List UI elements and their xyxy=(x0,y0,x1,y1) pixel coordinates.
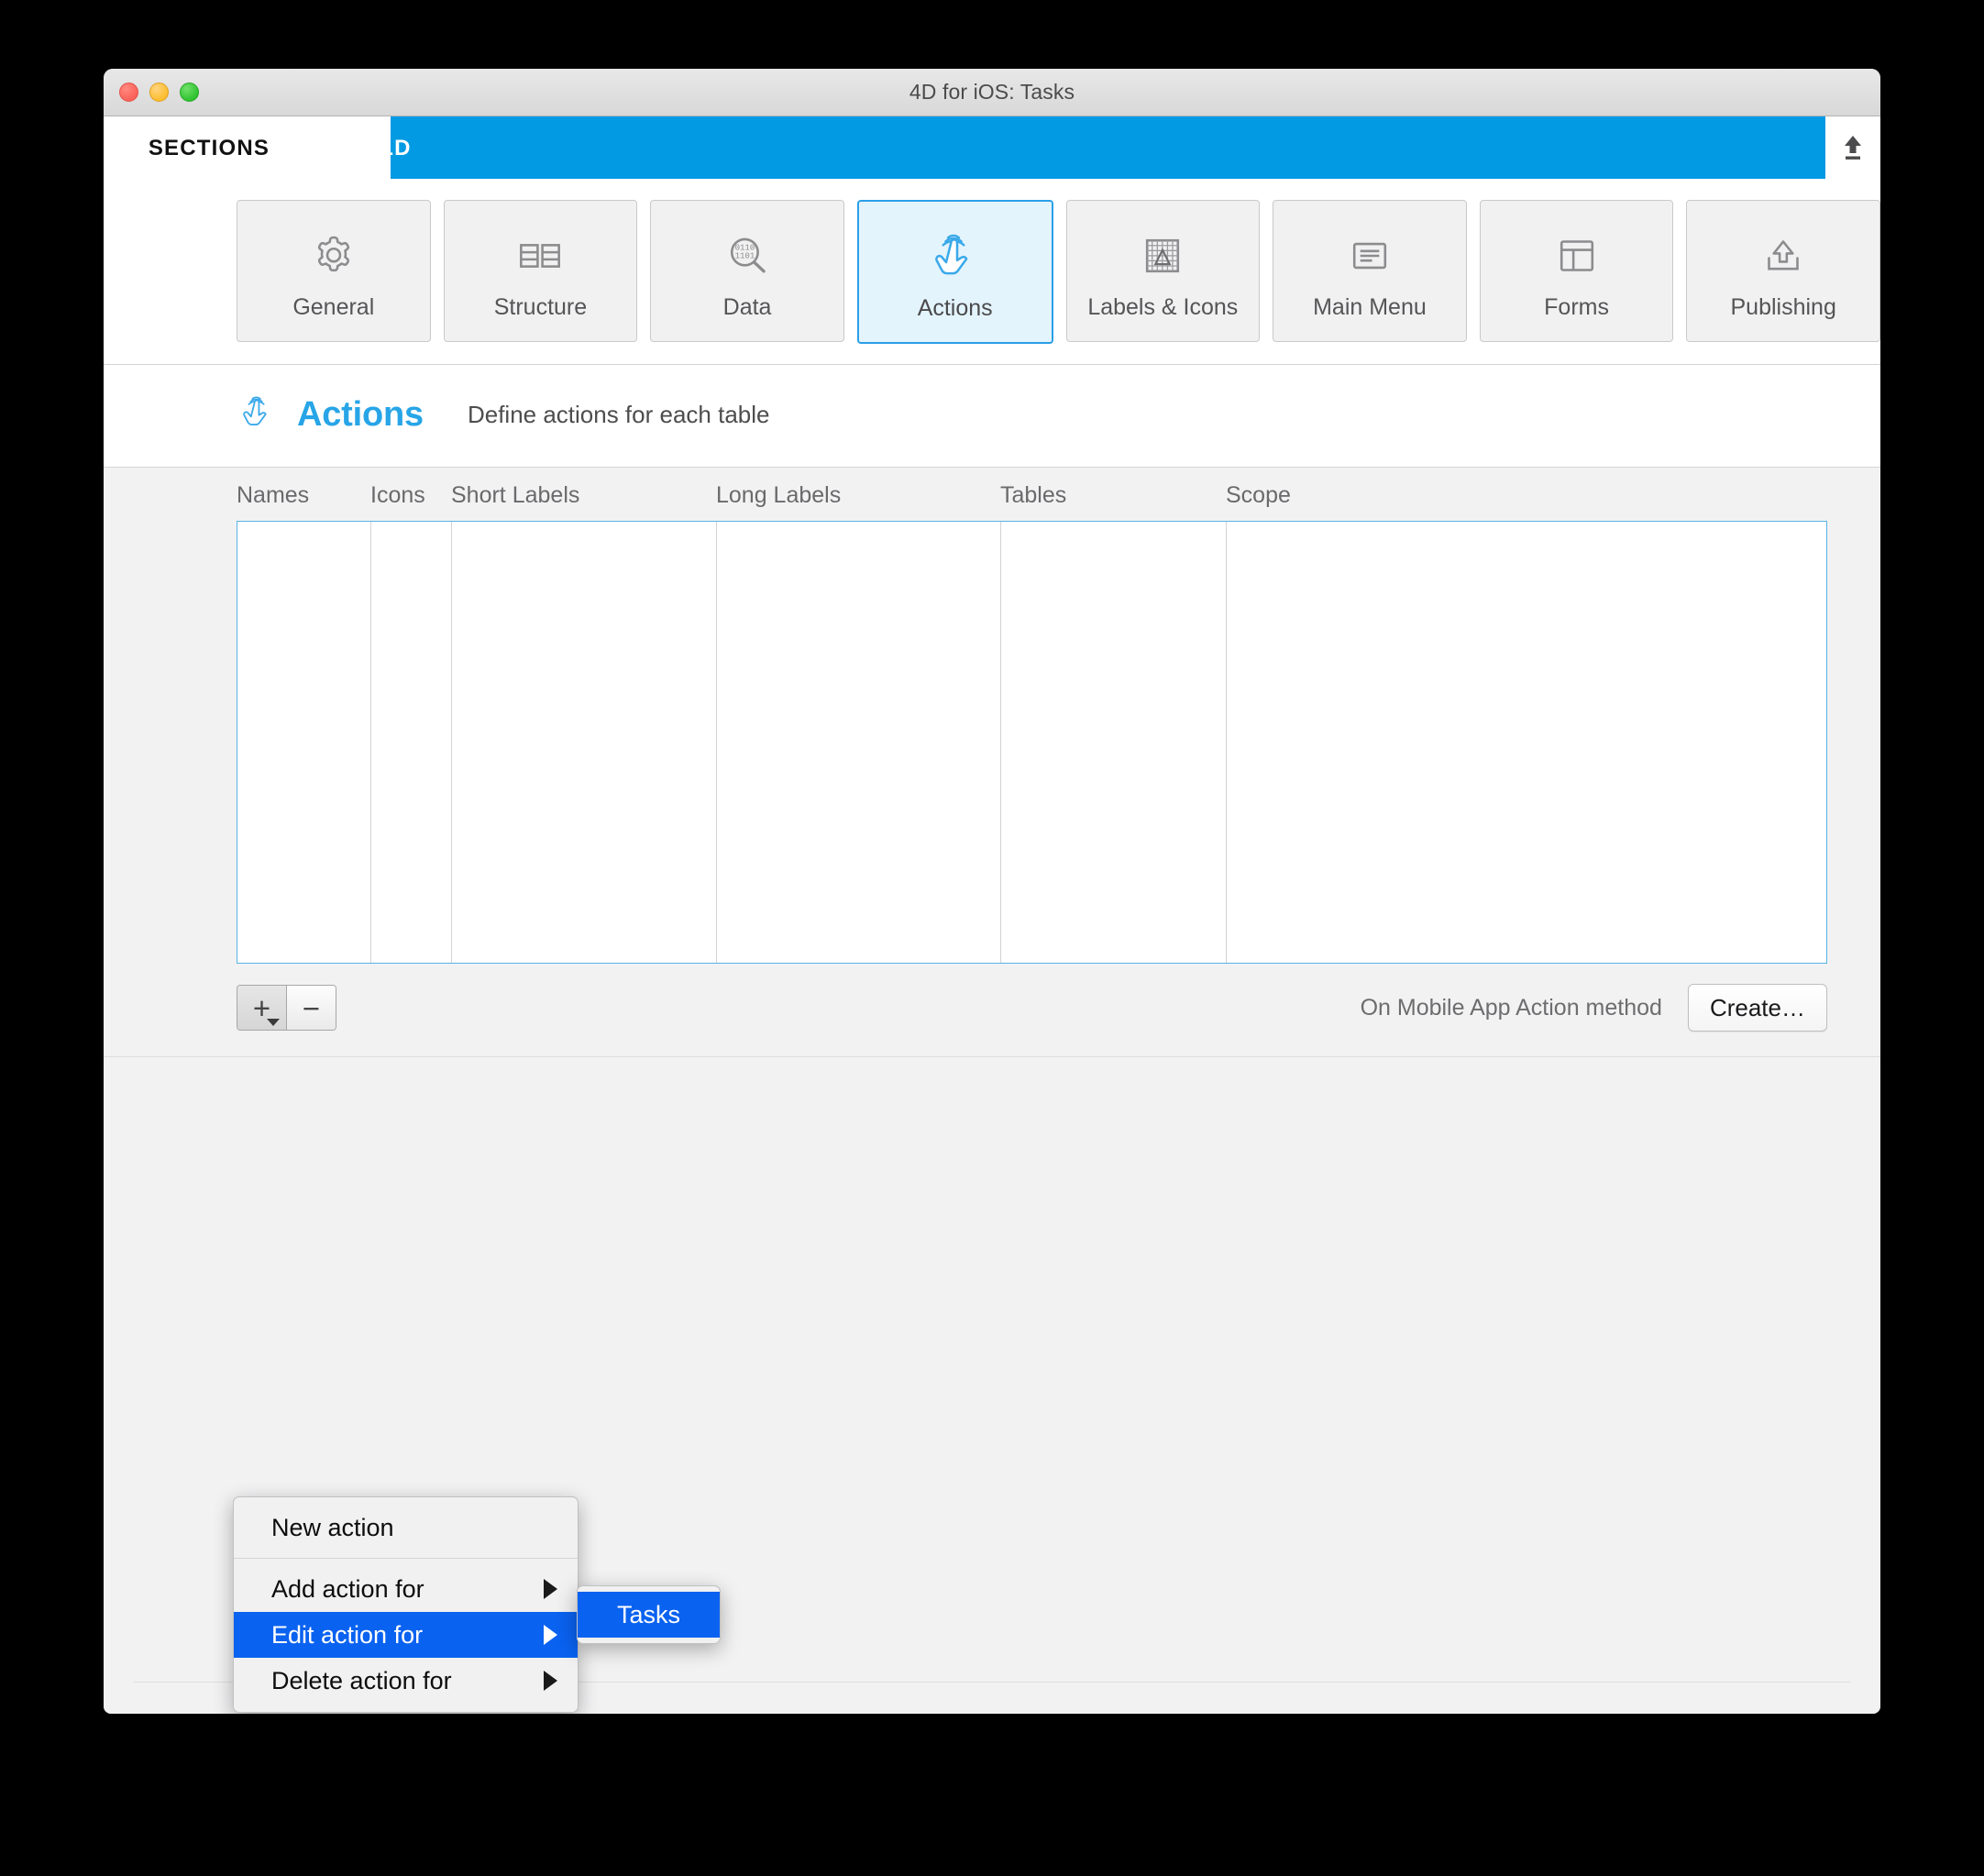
create-method-button[interactable]: Create… xyxy=(1687,984,1827,1032)
toolbar-label-general: General xyxy=(292,293,375,320)
toolbar-label-structure: Structure xyxy=(493,293,588,320)
edit-action-submenu: Tasks xyxy=(577,1585,721,1644)
column-header-long-labels[interactable]: Long Labels xyxy=(716,482,1000,509)
toolbar-button-data[interactable]: 0110 1101 Data xyxy=(650,200,844,342)
toolbar-label-data: Data xyxy=(722,293,772,320)
toolbar-label-labels-icons: Labels & Icons xyxy=(1087,293,1239,320)
data-search-icon: 0110 1101 xyxy=(719,222,776,290)
layout-icon xyxy=(1549,222,1605,290)
toolbar-button-structure[interactable]: Structure xyxy=(443,200,638,342)
toolbar-button-forms[interactable]: Forms xyxy=(1479,200,1674,342)
tab-bar: SECTIONS BUILD xyxy=(104,116,1880,181)
submenu-item-label: Tasks xyxy=(616,1600,681,1628)
toolbar-label-forms: Forms xyxy=(1544,293,1609,320)
content-divider xyxy=(104,1056,1880,1057)
page-subtitle: Define actions for each table xyxy=(467,401,770,428)
upload-icon[interactable] xyxy=(1825,116,1880,179)
grid-column-tables[interactable] xyxy=(1001,522,1227,963)
svg-text:1101: 1101 xyxy=(735,250,755,260)
page-title: Actions xyxy=(297,395,424,434)
column-header-names[interactable]: Names xyxy=(237,482,370,509)
section-toolbar: General Structure 0110 1101 Data Actions… xyxy=(104,181,1880,365)
column-header-short-labels[interactable]: Short Labels xyxy=(451,482,716,509)
remove-action-button[interactable]: − xyxy=(287,986,336,1030)
structure-icon xyxy=(512,222,568,290)
method-controls: On Mobile App Action method Create… xyxy=(1361,984,1827,1032)
tab-build[interactable]: BUILD xyxy=(292,116,458,181)
grid-column-short-labels[interactable] xyxy=(452,522,717,963)
grid-toolbar: + − On Mobile App Action method Create… xyxy=(237,984,1827,1032)
list-icon xyxy=(1341,222,1398,290)
toolbar-button-labels-icons[interactable]: Labels & Icons xyxy=(1065,200,1261,342)
menu-item-label: Add action for xyxy=(271,1574,424,1603)
menu-item-label: Edit action for xyxy=(271,1620,424,1649)
section-tap-hand-icon xyxy=(237,389,279,441)
toolbar-label-actions: Actions xyxy=(917,294,993,321)
menu-item-edit-action-for[interactable]: Edit action for xyxy=(234,1612,578,1658)
add-remove-segmented-control: + − xyxy=(237,985,336,1031)
method-label: On Mobile App Action method xyxy=(1360,994,1662,1021)
column-header-icons[interactable]: Icons xyxy=(370,482,451,509)
menu-item-label: New action xyxy=(271,1513,394,1541)
add-action-context-menu: New action Add action for Edit action fo… xyxy=(233,1496,579,1713)
menu-item-delete-action-for[interactable]: Delete action for xyxy=(234,1658,578,1704)
submenu-item-tasks[interactable]: Tasks xyxy=(578,1592,720,1638)
grid-column-names[interactable] xyxy=(237,522,371,963)
toolbar-button-publishing[interactable]: Publishing xyxy=(1686,200,1880,342)
grid-icon xyxy=(1134,222,1191,290)
menu-item-label: Delete action for xyxy=(271,1666,452,1694)
tap-hand-icon xyxy=(926,223,985,291)
maximize-window-button[interactable] xyxy=(180,83,199,102)
grid-column-icons[interactable] xyxy=(371,522,452,963)
actions-table-area: Names Icons Short Labels Long Labels Tab… xyxy=(104,468,1880,1714)
toolbar-button-actions[interactable]: Actions xyxy=(856,200,1053,344)
tab-sections[interactable]: SECTIONS xyxy=(127,116,292,181)
menu-item-add-action-for[interactable]: Add action for xyxy=(234,1566,578,1612)
submenu-arrow-icon xyxy=(544,1671,557,1691)
submenu-arrow-icon xyxy=(544,1579,557,1599)
toolbar-button-main-menu[interactable]: Main Menu xyxy=(1273,200,1467,342)
minimize-window-button[interactable] xyxy=(149,83,169,102)
grid-column-long-labels[interactable] xyxy=(717,522,1001,963)
actions-grid[interactable] xyxy=(237,521,1827,964)
toolbar-button-general[interactable]: General xyxy=(237,200,431,342)
window-title: 4D for iOS: Tasks xyxy=(909,80,1075,104)
publish-icon xyxy=(1755,222,1812,290)
tab-bar-background xyxy=(391,116,1844,179)
close-window-button[interactable] xyxy=(119,83,138,102)
column-header-scope[interactable]: Scope xyxy=(1226,482,1460,509)
section-header: Actions Define actions for each table xyxy=(104,365,1880,468)
gear-icon xyxy=(305,222,362,290)
grid-column-scope[interactable] xyxy=(1227,522,1826,963)
table-column-headers: Names Icons Short Labels Long Labels Tab… xyxy=(237,468,1827,521)
minus-icon: − xyxy=(302,990,321,1025)
menu-item-new-action[interactable]: New action xyxy=(234,1505,578,1550)
column-header-tables[interactable]: Tables xyxy=(1000,482,1226,509)
toolbar-label-publishing: Publishing xyxy=(1730,293,1836,320)
toolbar-label-main-menu: Main Menu xyxy=(1313,293,1427,320)
traffic-light-group xyxy=(119,83,199,102)
add-action-button[interactable]: + xyxy=(237,986,287,1030)
chevron-down-icon xyxy=(267,1019,280,1026)
submenu-arrow-icon xyxy=(544,1625,557,1645)
menu-separator xyxy=(234,1558,578,1559)
app-window: 4D for iOS: Tasks SECTIONS BUILD General xyxy=(104,69,1880,1714)
title-bar: 4D for iOS: Tasks xyxy=(104,69,1880,116)
